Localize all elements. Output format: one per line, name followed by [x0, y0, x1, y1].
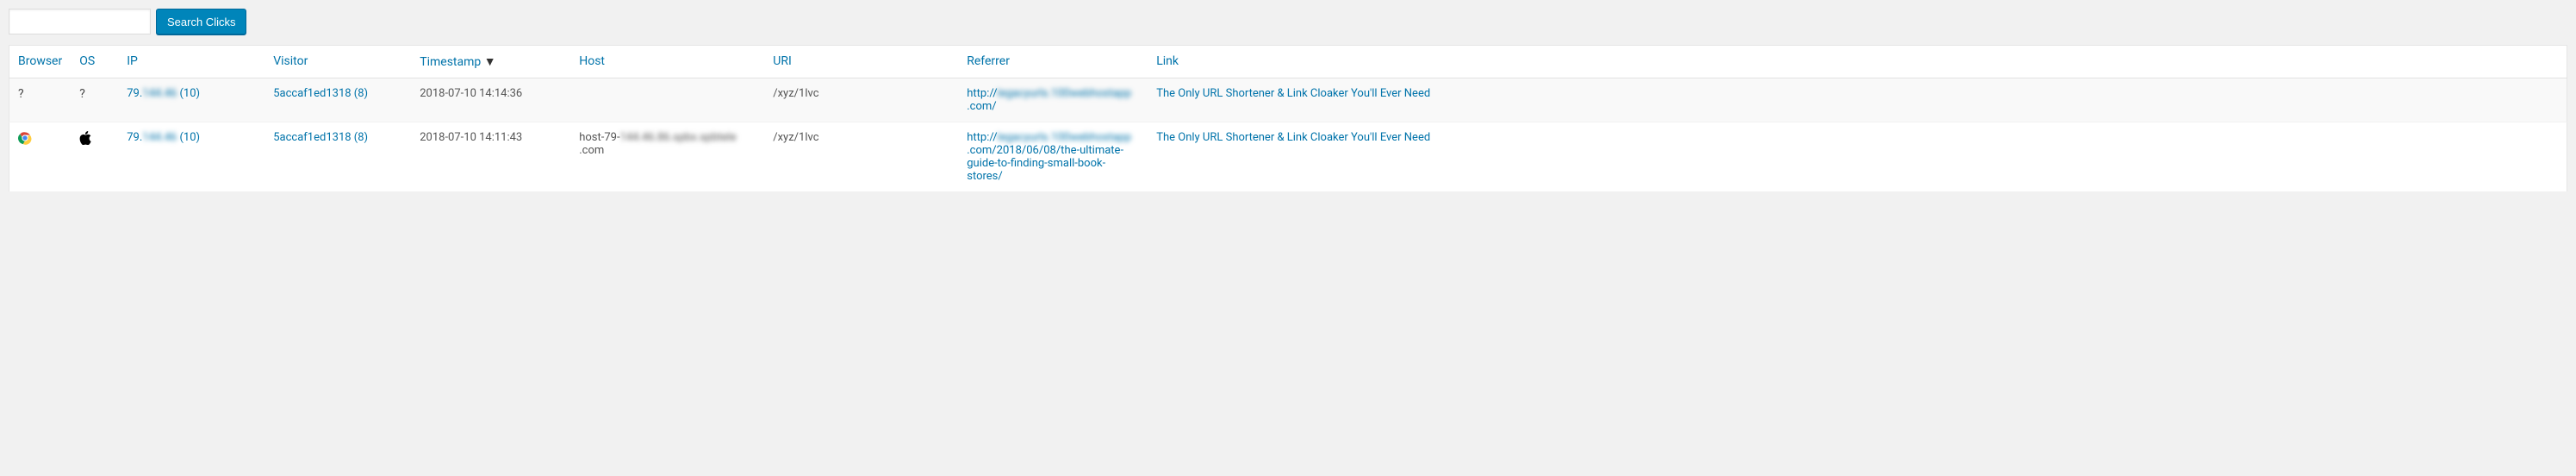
os-cell: [71, 122, 118, 192]
col-visitor[interactable]: Visitor: [264, 46, 411, 78]
apple-icon: [79, 135, 91, 148]
col-link[interactable]: Link: [1148, 46, 2567, 78]
ip-link[interactable]: 79.144.46 (10): [127, 87, 200, 100]
visitor-link[interactable]: 5accaf1ed1318 (8): [273, 131, 368, 144]
host-cell: [570, 78, 764, 122]
ip-cell: 79.144.46 (10): [118, 78, 264, 122]
question-icon: ?: [79, 87, 85, 101]
referrer-link[interactable]: http://legacyurls.100webhostapp.com/: [967, 87, 1131, 113]
table-row: 79.144.46 (10) 5accaf1ed1318 (8) 2018-07…: [9, 122, 2567, 192]
col-ip[interactable]: IP: [118, 46, 264, 78]
search-input[interactable]: [9, 9, 151, 34]
referrer-cell: http://legacyurls.100webhostapp.com/2018…: [958, 122, 1148, 192]
ip-cell: 79.144.46 (10): [118, 122, 264, 192]
referrer-cell: http://legacyurls.100webhostapp.com/: [958, 78, 1148, 122]
visitor-cell: 5accaf1ed1318 (8): [264, 78, 411, 122]
browser-cell: [9, 122, 72, 192]
col-host[interactable]: Host: [570, 46, 764, 78]
chrome-icon: [18, 131, 62, 145]
timestamp-cell: 2018-07-10 14:14:36: [411, 78, 570, 122]
clicks-table: Browser OS IP Visitor Timestamp ▼ Host U…: [9, 45, 2567, 192]
link-title[interactable]: The Only URL Shortener & Link Cloaker Yo…: [1156, 131, 1430, 144]
os-cell: ?: [71, 78, 118, 122]
question-icon: ?: [18, 87, 24, 101]
ip-link[interactable]: 79.144.46 (10): [127, 131, 200, 144]
link-title[interactable]: The Only URL Shortener & Link Cloaker Yo…: [1156, 87, 1430, 100]
referrer-link[interactable]: http://legacyurls.100webhostapp.com/2018…: [967, 131, 1131, 183]
timestamp-cell: 2018-07-10 14:11:43: [411, 122, 570, 192]
col-browser[interactable]: Browser: [9, 46, 72, 78]
browser-cell: ?: [9, 78, 72, 122]
uri-cell: /xyz/1lvc: [764, 122, 958, 192]
search-clicks-button[interactable]: Search Clicks: [156, 9, 246, 34]
col-os[interactable]: OS: [71, 46, 118, 78]
search-bar: Search Clicks: [9, 9, 2567, 34]
table-header-row: Browser OS IP Visitor Timestamp ▼ Host U…: [9, 46, 2567, 78]
sort-desc-icon: ▼: [484, 55, 496, 69]
link-cell: The Only URL Shortener & Link Cloaker Yo…: [1148, 78, 2567, 122]
col-uri[interactable]: URI: [764, 46, 958, 78]
visitor-link[interactable]: 5accaf1ed1318 (8): [273, 87, 368, 100]
link-cell: The Only URL Shortener & Link Cloaker Yo…: [1148, 122, 2567, 192]
col-timestamp[interactable]: Timestamp ▼: [411, 46, 570, 78]
visitor-cell: 5accaf1ed1318 (8): [264, 122, 411, 192]
host-cell: host-79-144.46.86.spbx.spbtele.com: [570, 122, 764, 192]
uri-cell: /xyz/1lvc: [764, 78, 958, 122]
table-row: ? ? 79.144.46 (10) 5accaf1ed1318 (8) 201…: [9, 78, 2567, 122]
col-referrer[interactable]: Referrer: [958, 46, 1148, 78]
